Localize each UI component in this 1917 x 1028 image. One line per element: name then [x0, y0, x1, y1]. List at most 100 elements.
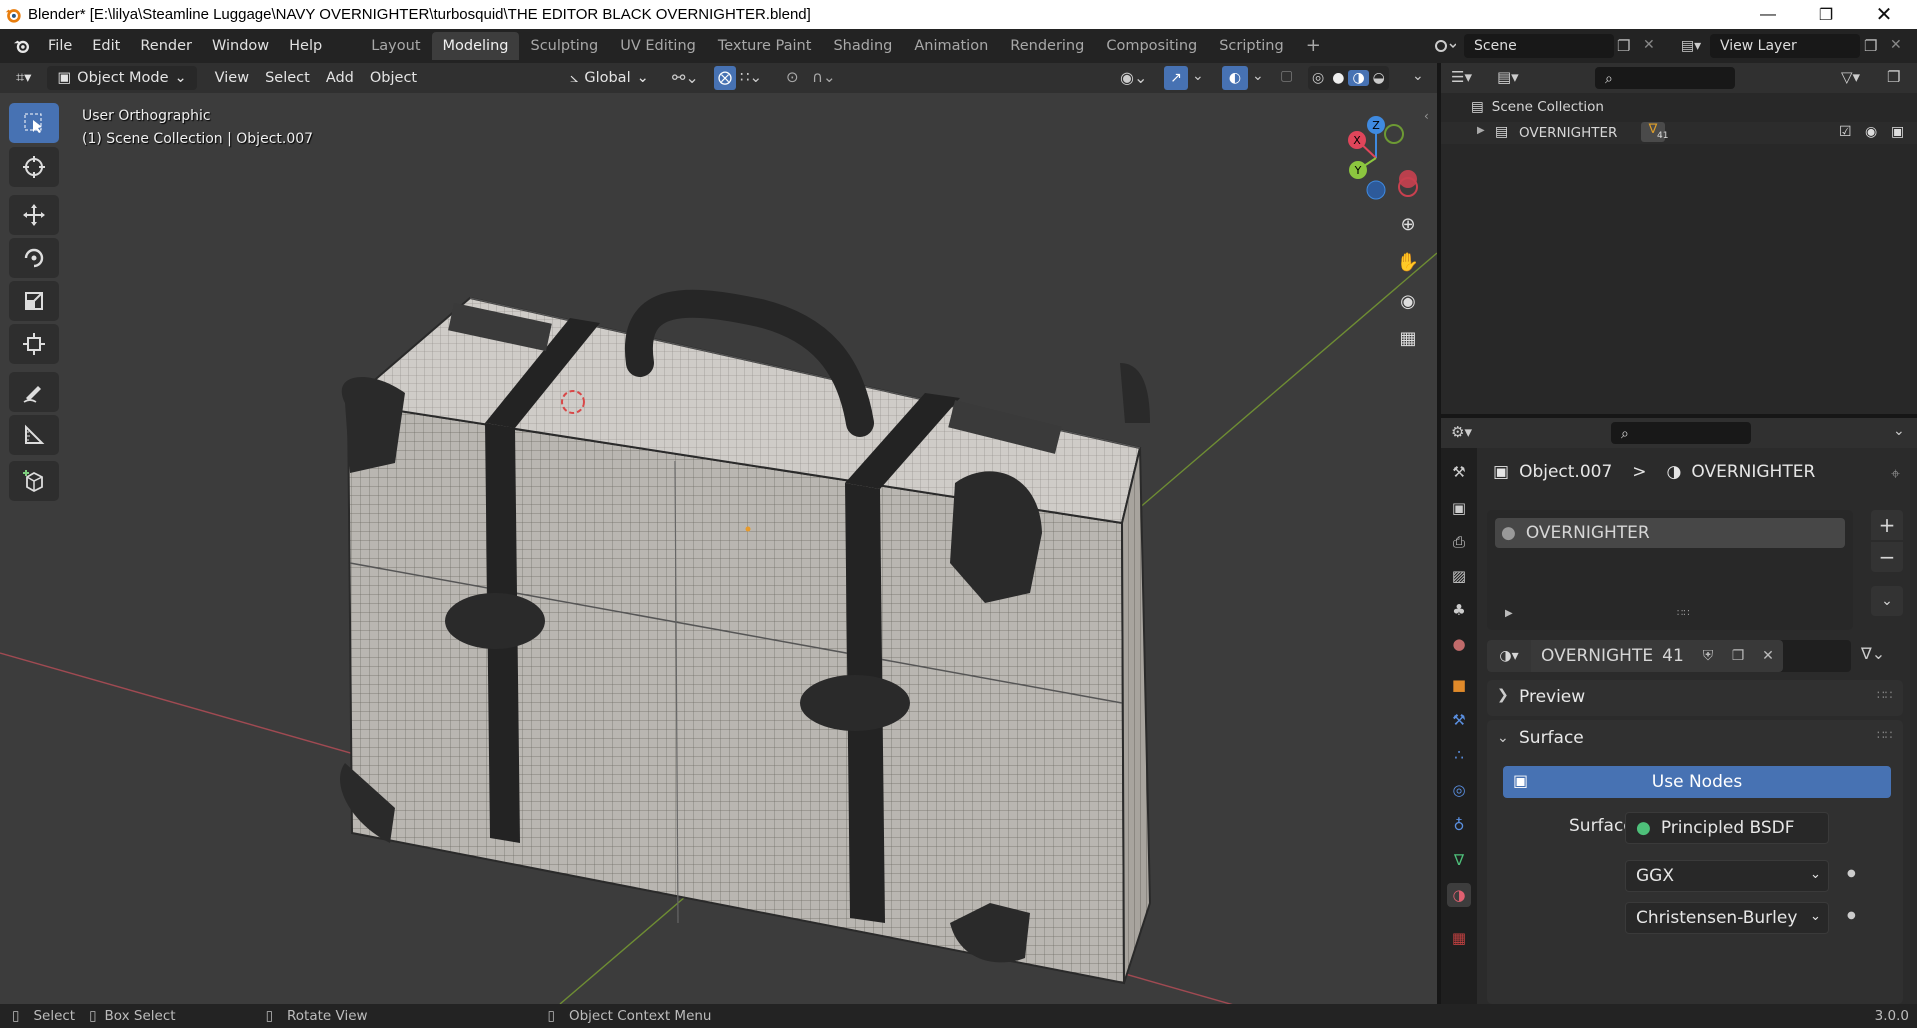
editor-type-icon[interactable]: ⌗▾ [6, 66, 41, 90]
transform-orientation-dropdown[interactable]: ⦣ Global ⌄ [560, 66, 659, 90]
outliner-editor-type-icon[interactable]: ☰▾ [1451, 68, 1472, 86]
eye-icon[interactable]: ◉ [1865, 124, 1877, 140]
tab-scripting[interactable]: Scripting [1208, 32, 1294, 60]
measure-tool-icon[interactable] [9, 415, 59, 455]
display-mode-icon[interactable]: ▤▾ [1497, 68, 1519, 86]
rotate-tool-icon[interactable] [9, 238, 59, 278]
solid-shading-icon[interactable]: ● [1328, 70, 1348, 86]
constraints-tab-icon[interactable]: ♁ [1447, 813, 1471, 837]
material-slot-row[interactable]: ● OVERNIGHTER [1495, 518, 1845, 548]
shading-dropdown-icon[interactable]: ⌄ [1412, 68, 1424, 84]
distribution-dropdown[interactable]: GGX ⌄ [1625, 860, 1829, 892]
physics-tab-icon[interactable]: ◎ [1447, 778, 1471, 802]
scene-tab-icon[interactable]: ♣ [1447, 598, 1471, 622]
chevron-down-icon[interactable]: ⌄ [1497, 730, 1509, 746]
surface-shader-field[interactable]: ● Principled BSDF [1625, 812, 1829, 844]
data-tab-icon[interactable]: ∇ [1447, 848, 1471, 872]
menu-add[interactable]: Add [318, 70, 362, 86]
modifiers-tab-icon[interactable]: ⚒ [1447, 708, 1471, 732]
sidebar-toggle-icon[interactable]: ‹ [1424, 109, 1429, 123]
view-layer-tab-icon[interactable]: ▨ [1447, 564, 1471, 588]
menu-view[interactable]: View [207, 70, 257, 86]
move-tool-icon[interactable] [9, 195, 59, 235]
socket-dot-icon[interactable]: ● [1847, 868, 1856, 879]
outliner-row-overnighter[interactable]: ▶ ▤ OVERNIGHTER ∇ 41 ☑ ◉ ▣ [1441, 122, 1917, 144]
transform-tool-icon[interactable] [9, 324, 59, 364]
subsurface-method-dropdown[interactable]: Christensen-Burley ⌄ [1625, 902, 1829, 934]
browse-material-icon[interactable]: ◑▾ [1487, 640, 1531, 672]
duplicate-material-icon[interactable]: ❐ [1723, 640, 1753, 672]
drag-handle-icon[interactable]: ∷∷ [1877, 688, 1892, 702]
annotate-tool-icon[interactable] [9, 372, 59, 412]
scale-tool-icon[interactable] [9, 281, 59, 321]
xray-icon[interactable]: ▢ [1280, 68, 1293, 84]
tab-animation[interactable]: Animation [903, 32, 999, 60]
outliner-row-scene-collection[interactable]: ▤ Scene Collection [1471, 99, 1604, 115]
texture-tab-icon[interactable]: ▦ [1447, 926, 1471, 950]
socket-dot-icon[interactable]: ● [1847, 910, 1856, 921]
menu-file[interactable]: File [38, 33, 82, 59]
properties-search-input[interactable]: ⌕ [1611, 422, 1751, 444]
preview-panel[interactable]: ❯ Preview ∷∷ [1487, 680, 1903, 716]
tab-modeling[interactable]: Modeling [431, 32, 520, 60]
select-box-tool-icon[interactable] [9, 103, 59, 143]
rendered-shading-icon[interactable]: ◒ [1369, 70, 1389, 86]
navigation-gizmo[interactable]: Z X Y [1320, 108, 1430, 208]
mode-dropdown[interactable]: ▣ Object Mode ⌄ [47, 66, 197, 90]
cursor-tool-icon[interactable] [9, 147, 59, 187]
slot-specials-icon[interactable]: ⌄ [1871, 586, 1903, 616]
use-nodes-button[interactable]: ▣ Use Nodes [1503, 766, 1891, 798]
menu-help[interactable]: Help [279, 33, 332, 59]
toggle-ortho-grid-icon[interactable]: ▦ [1393, 323, 1423, 353]
drag-handle-icon[interactable]: ∷∷ [1877, 728, 1892, 742]
material-tab-icon[interactable]: ◑ [1447, 883, 1471, 907]
restore-icon[interactable]: ❐ [1797, 0, 1855, 29]
exclude-checkbox-icon[interactable]: ☑ [1839, 124, 1852, 140]
pin-icon[interactable]: ⌖ [1891, 464, 1900, 484]
menu-edit[interactable]: Edit [82, 33, 130, 59]
overlays-icon[interactable]: ◐ [1222, 66, 1248, 90]
tab-uv-editing[interactable]: UV Editing [609, 32, 707, 60]
resize-handle-icon[interactable]: ∷∷ [1677, 608, 1690, 619]
delete-view-layer-icon[interactable]: ✕ [1890, 37, 1902, 53]
unlink-material-icon[interactable]: ✕ [1753, 640, 1783, 672]
new-scene-icon[interactable]: ❐ [1617, 37, 1630, 55]
snap-target-icon[interactable]: ∷⌄ [740, 68, 762, 86]
tab-layout[interactable]: Layout [360, 32, 431, 60]
delete-scene-icon[interactable]: ✕ [1643, 37, 1655, 53]
filter-icon[interactable]: ▽▾ [1841, 68, 1860, 86]
object-tab-icon[interactable]: ■ [1447, 673, 1471, 697]
menu-window[interactable]: Window [202, 33, 279, 59]
proportional-edit-icon[interactable]: ⊙ [786, 68, 799, 86]
new-collection-icon[interactable]: ❐ [1887, 68, 1900, 86]
gizmo-icon[interactable]: ↗ [1164, 66, 1188, 90]
fake-user-icon[interactable]: ⛨ [1693, 640, 1723, 672]
render-tab-icon[interactable]: ▣ [1447, 496, 1471, 520]
add-workspace-button[interactable]: + [1295, 32, 1332, 60]
tab-compositing[interactable]: Compositing [1095, 32, 1208, 60]
world-tab-icon[interactable]: ● [1447, 632, 1471, 656]
properties-editor-type-icon[interactable]: ⚙▾ [1451, 423, 1472, 441]
snap-icon[interactable]: ⨂ [714, 66, 736, 90]
scene-name-field[interactable]: Scene [1464, 34, 1614, 58]
outliner-search-input[interactable]: ⌕ [1595, 67, 1735, 89]
new-view-layer-icon[interactable]: ❐ [1864, 37, 1877, 55]
material-name-field[interactable]: OVERNIGHTER [1531, 640, 1665, 672]
link-type-icon[interactable]: ∇⌄ [1861, 644, 1885, 663]
options-dropdown-icon[interactable]: ⌄ [1893, 423, 1905, 439]
menu-render[interactable]: Render [130, 33, 202, 59]
gizmo-dropdown-icon[interactable]: ⌄ [1192, 68, 1204, 84]
camera-view-icon[interactable]: ◉ [1393, 286, 1423, 316]
falloff-icon[interactable]: ∩⌄ [812, 68, 836, 86]
close-window-icon[interactable]: ✕ [1855, 0, 1913, 29]
tab-shading[interactable]: Shading [822, 32, 903, 60]
scene-browse-icon[interactable] [1428, 34, 1462, 58]
3d-viewport[interactable]: User Orthographic (1) Scene Collection |… [0, 63, 1437, 1004]
view-layer-name-field[interactable]: View Layer [1710, 34, 1860, 58]
expand-arrow-icon[interactable]: ▶ [1477, 125, 1485, 136]
tool-tab-icon[interactable]: ⚒ [1447, 460, 1471, 484]
view-layer-browse-icon[interactable]: ▤▾ [1674, 34, 1708, 58]
zoom-icon[interactable]: ⊕ [1393, 209, 1423, 239]
wireframe-shading-icon[interactable]: ◎ [1308, 70, 1328, 86]
remove-slot-button[interactable]: − [1871, 542, 1903, 572]
